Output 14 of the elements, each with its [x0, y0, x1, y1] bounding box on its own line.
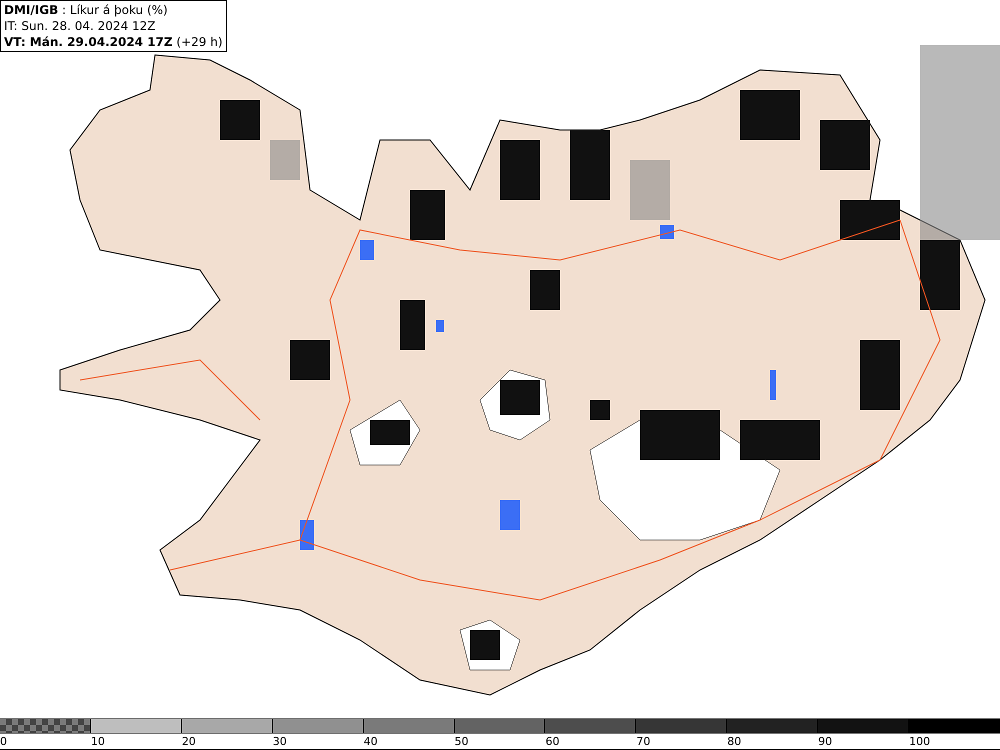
valid-time: VT: Mán. 29.04.2024 17Z (+29 h): [4, 34, 223, 50]
tick-label: 20: [182, 734, 196, 749]
tick-label: 60: [545, 734, 560, 749]
tick-label: 10: [90, 734, 105, 749]
tick-label: 100: [909, 734, 930, 749]
tick-label: 40: [364, 734, 378, 749]
map-title: DMI/IGB : Líkur á þoku (%): [4, 2, 169, 18]
tick-label: 90: [818, 734, 832, 749]
tick-label: 70: [636, 734, 650, 749]
tick-label: 50: [454, 734, 469, 749]
issue-time: IT: Sun. 28. 04. 2024 12Z: [4, 18, 157, 34]
tick-label: 80: [727, 734, 742, 749]
tick-label: 30: [272, 734, 287, 749]
tick-label: 0: [0, 734, 7, 749]
